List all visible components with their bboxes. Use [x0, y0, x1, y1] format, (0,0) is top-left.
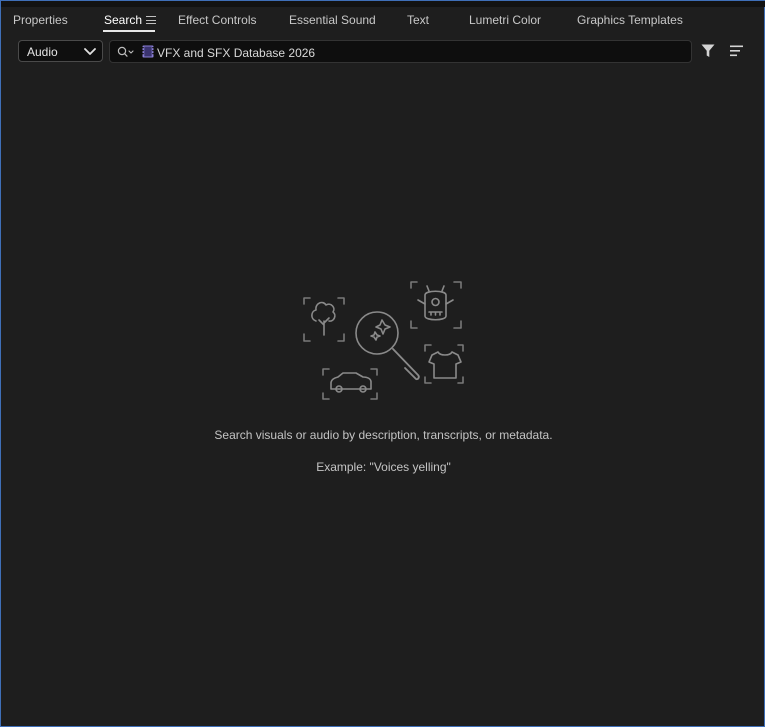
- active-tab-indicator: [103, 30, 155, 32]
- monster-icon: [410, 281, 462, 329]
- tree-icon: [303, 297, 345, 342]
- tab-essential-sound[interactable]: Essential Sound: [289, 13, 376, 27]
- tab-lumetri-color[interactable]: Lumetri Color: [469, 13, 541, 27]
- magnifier-icon: [355, 311, 420, 381]
- car-icon: [322, 368, 378, 400]
- shirt-icon: [424, 344, 464, 384]
- tab-effect-controls[interactable]: Effect Controls: [178, 13, 256, 27]
- tab-text[interactable]: Text: [407, 13, 429, 27]
- tab-properties[interactable]: Properties: [13, 13, 68, 27]
- sort-lines-icon[interactable]: [730, 45, 743, 57]
- search-icon[interactable]: [117, 46, 135, 58]
- hamburger-icon[interactable]: [146, 16, 156, 25]
- search-panel: Properties Search Effect Controls Essent…: [0, 0, 765, 727]
- empty-state-description: Search visuals or audio by description, …: [214, 428, 553, 442]
- tab-search[interactable]: Search: [104, 13, 142, 27]
- chevron-down-icon: [84, 48, 96, 55]
- search-input[interactable]: VFX and SFX Database 2026: [109, 40, 692, 63]
- tab-bar: Properties Search Effect Controls Essent…: [1, 7, 764, 33]
- media-type-value: Audio: [27, 45, 58, 59]
- empty-state-example: Example: "Voices yelling": [316, 460, 451, 474]
- database-icon: [142, 45, 154, 58]
- media-type-dropdown[interactable]: Audio: [18, 40, 103, 62]
- search-source-label: VFX and SFX Database 2026: [157, 46, 316, 60]
- empty-search-illustration: [303, 281, 464, 400]
- filter-icon[interactable]: [701, 44, 715, 58]
- tab-graphics-templates[interactable]: Graphics Templates: [577, 13, 683, 27]
